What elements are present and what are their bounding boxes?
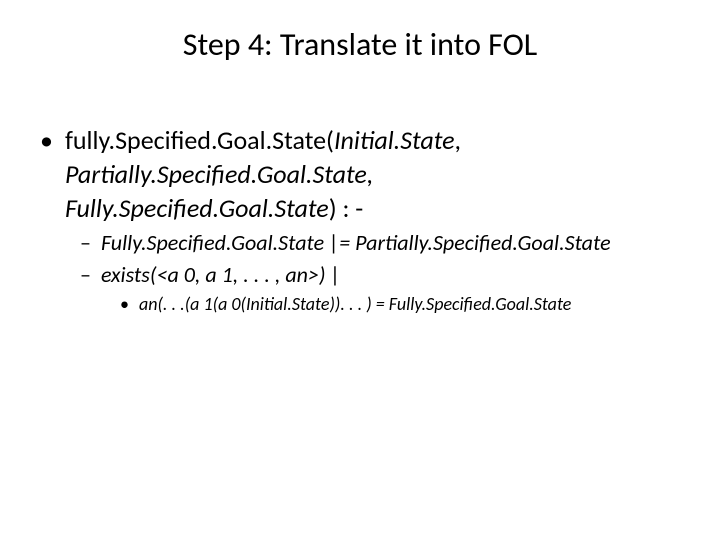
bullet-level1: • fully.Specified.Goal.State(Initial.Sta… (30, 124, 690, 225)
bullet-text-l3: an(. . .(a 1(a 0(Initial.State)). . . ) … (139, 293, 571, 316)
bullet-marker-l3: • (120, 293, 129, 316)
bullet-marker-l2a: – (80, 229, 91, 258)
bullet-marker-l1: • (40, 124, 53, 225)
l1-arg1: Initial.State (334, 124, 455, 156)
bullet-text-l2a: Fully.Specified.Goal.State |= Partially.… (101, 229, 611, 258)
l1-arg2: Partially.Specified.Goal.State, (65, 158, 373, 190)
bullet-text-l1: fully.Specified.Goal.State(Initial.State… (65, 124, 690, 225)
bullet-level2-a: – Fully.Specified.Goal.State |= Partiall… (80, 229, 690, 258)
l1-suffix: ) : - (329, 192, 364, 224)
l1-prefix: fully.Specified.Goal.State( (65, 124, 334, 156)
bullet-marker-l2b: – (80, 261, 91, 290)
l1-sep1: , (455, 124, 462, 156)
slide-title: Step 4: Translate it into FOL (30, 25, 690, 64)
bullet-level3: • an(. . .(a 1(a 0(Initial.State)). . . … (120, 293, 690, 316)
bullet-text-l2b: exists(<a 0, a 1, . . . , an>) | (101, 261, 341, 290)
l1-arg3: Fully.Specified.Goal.State (65, 192, 329, 224)
bullet-level2-b: – exists(<a 0, a 1, . . . , an>) | (80, 261, 690, 290)
